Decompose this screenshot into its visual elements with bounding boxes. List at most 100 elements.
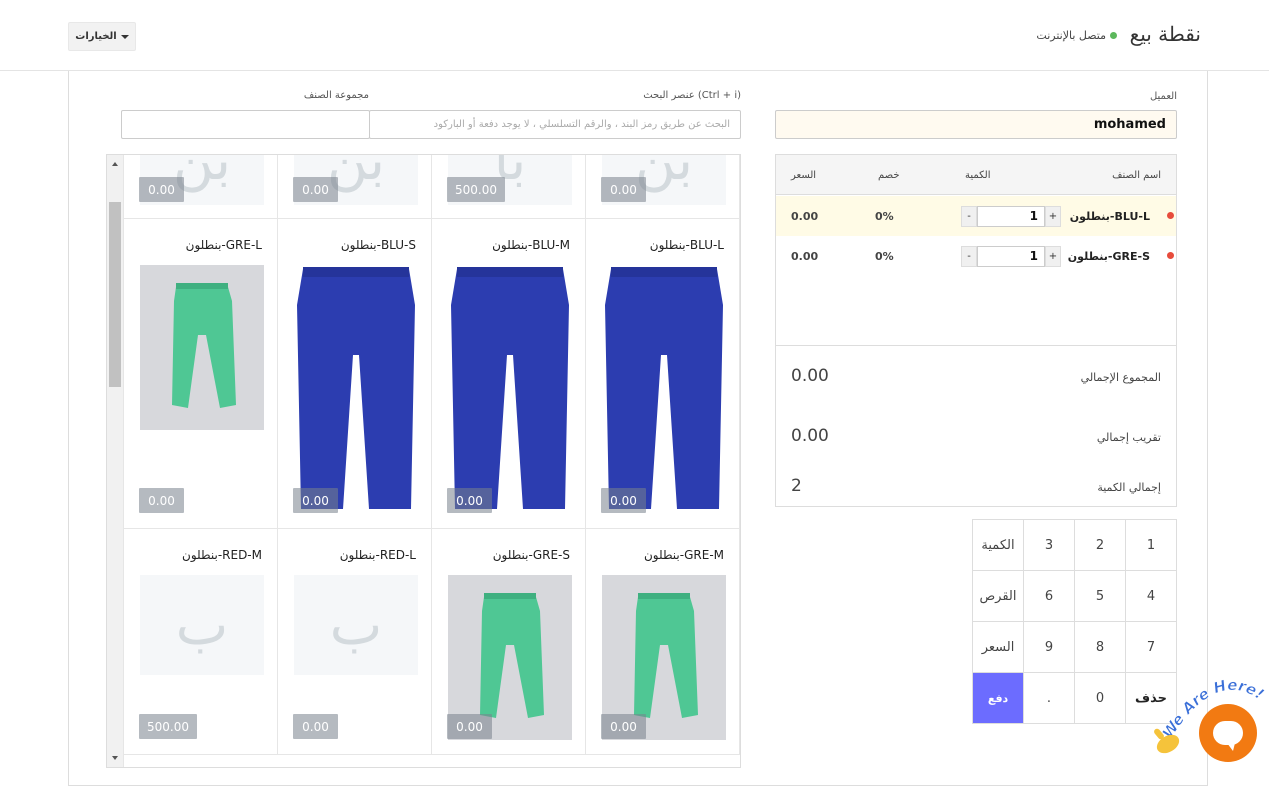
blue-pants-image — [605, 267, 723, 509]
item-placeholder-image: ب — [140, 575, 264, 675]
pay-button[interactable]: دفع — [973, 673, 1024, 724]
cart-totals: المجموع الإجمالي 0.00 تقريب إجمالي 0.00 … — [776, 345, 1176, 496]
row-status-dot-icon — [1167, 252, 1174, 259]
item-tile[interactable]: بنطلون-BLU-L 0.00 — [586, 219, 740, 529]
cart-panel: اسم الصنف الكمية خصم السعر بنطلون-BLU-L … — [775, 154, 1177, 507]
cart-item-price: 0.00 — [791, 210, 819, 223]
item-tile[interactable]: بنطلون-RED-M ب 500.00 — [124, 529, 278, 755]
green-pants-image — [140, 265, 264, 430]
blue-pants-image — [297, 267, 415, 509]
qty-stepper: - 1 + — [961, 206, 1063, 227]
item-price: 0.00 — [447, 488, 492, 513]
total-qty-label: إجمالي الكمية — [1097, 481, 1161, 494]
item-name: بنطلون-BLU-L — [649, 238, 724, 252]
key-7[interactable]: 7 — [1126, 622, 1177, 673]
caret-down-icon — [120, 34, 129, 39]
qty-decrease-button[interactable]: - — [961, 206, 977, 227]
qty-input[interactable]: 1 — [977, 206, 1045, 227]
key-2[interactable]: 2 — [1075, 520, 1126, 571]
item-name: بنطلون-GRE-S — [492, 548, 570, 562]
key-3[interactable]: 3 — [1024, 520, 1075, 571]
header-item-name: اسم الصنف — [1112, 170, 1161, 181]
item-name: بنطلون-RED-L — [339, 548, 416, 562]
item-price: 500.00 — [139, 714, 197, 739]
item-name: بنطلون-BLU-S — [340, 238, 416, 252]
key-8[interactable]: 8 — [1075, 622, 1126, 673]
qty-increase-button[interactable]: + — [1045, 246, 1061, 267]
key-qty[interactable]: الكمية — [973, 520, 1024, 571]
online-dot-icon — [1110, 32, 1117, 39]
item-price: 0.00 — [139, 177, 184, 202]
item-image — [140, 265, 264, 430]
key-6[interactable]: 6 — [1024, 571, 1075, 622]
item-grid: بن 0.00 بن 0.00 با 500.00 بن 0.00 بنطلون… — [106, 154, 741, 768]
item-tile[interactable]: با 500.00 — [432, 155, 586, 219]
item-price: 0.00 — [601, 714, 646, 739]
item-tile[interactable]: بنطلون-GRE-M 0.00 — [586, 529, 740, 755]
item-search-input[interactable]: البحث عن طريق رمز البند ، والرقم التسلسل… — [369, 110, 741, 139]
customer-label: العميل — [1149, 91, 1177, 102]
grand-total-label: المجموع الإجمالي — [1080, 371, 1161, 384]
rounded-total-value: 0.00 — [791, 426, 829, 446]
qty-input[interactable]: 1 — [977, 246, 1045, 267]
item-name: بنطلون-BLU-M — [492, 238, 570, 252]
options-dropdown-button[interactable]: الخيارات — [68, 22, 136, 51]
item-group-input[interactable] — [121, 110, 370, 139]
top-bar: الخيارات متصل بالإنترنت نقطة بيع — [0, 0, 1269, 71]
key-0[interactable]: 0 — [1075, 673, 1126, 724]
item-price: 0.00 — [447, 714, 492, 739]
cart-item-name: بنطلون-BLU-L — [1069, 210, 1150, 223]
item-tile[interactable]: بنطلون-GRE-L 0.00 — [124, 219, 278, 529]
qty-decrease-button[interactable]: - — [961, 246, 977, 267]
item-tile[interactable]: بن 0.00 — [586, 155, 740, 219]
item-price: 0.00 — [293, 177, 338, 202]
item-price: 0.00 — [139, 488, 184, 513]
key-decimal[interactable]: . — [1024, 673, 1075, 724]
total-qty-value: 2 — [791, 476, 802, 496]
item-tile[interactable]: بن 0.00 — [124, 155, 278, 219]
key-price[interactable]: السعر — [973, 622, 1024, 673]
key-discount[interactable]: القرص — [973, 571, 1024, 622]
grand-total-value: 0.00 — [791, 366, 829, 386]
cart-row[interactable]: بنطلون-GRE-S - 1 + 0% 0.00 — [776, 236, 1176, 276]
item-image — [294, 265, 418, 511]
item-tile[interactable]: بن 0.00 — [278, 155, 432, 219]
item-name: بنطلون-RED-M — [182, 548, 262, 562]
item-tile[interactable]: بنطلون-GRE-S 0.00 — [432, 529, 586, 755]
cart-row[interactable]: بنطلون-BLU-L - 1 + 0% 0.00 — [776, 196, 1176, 236]
item-price: 0.00 — [293, 488, 338, 513]
scroll-up-icon[interactable] — [112, 162, 118, 166]
item-price: 500.00 — [447, 177, 505, 202]
item-tile[interactable]: بنطلون-BLU-S 0.00 — [278, 219, 432, 529]
row-status-dot-icon — [1167, 212, 1174, 219]
connection-status: متصل بالإنترنت — [1036, 29, 1117, 42]
numeric-keypad: 1 2 3 الكمية 4 5 6 القرص 7 8 9 السعر حذف… — [972, 519, 1177, 724]
grid-scrollbar[interactable] — [107, 155, 124, 767]
scroll-down-icon[interactable] — [112, 756, 118, 760]
item-tile[interactable]: بنطلون-RED-L ب 0.00 — [278, 529, 432, 755]
scroll-thumb[interactable] — [109, 202, 121, 387]
item-tile[interactable]: بنطلون-BLU-M 0.00 — [432, 219, 586, 529]
status-text: متصل بالإنترنت — [1036, 29, 1106, 42]
key-9[interactable]: 9 — [1024, 622, 1075, 673]
qty-stepper: - 1 + — [961, 246, 1063, 267]
customer-input[interactable]: mohamed — [775, 110, 1177, 139]
item-name: بنطلون-GRE-L — [185, 238, 262, 252]
item-price: 0.00 — [601, 177, 646, 202]
qty-increase-button[interactable]: + — [1045, 206, 1061, 227]
chat-icon — [1213, 721, 1243, 751]
item-price: 0.00 — [293, 714, 338, 739]
chat-widget-button[interactable] — [1199, 704, 1257, 762]
rounded-total-label: تقريب إجمالي — [1096, 431, 1161, 444]
item-image — [602, 265, 726, 511]
page-title: نقطة بيع — [1129, 22, 1201, 46]
cart-header: اسم الصنف الكمية خصم السعر — [776, 155, 1176, 195]
item-placeholder-image: ب — [294, 575, 418, 675]
key-1[interactable]: 1 — [1126, 520, 1177, 571]
cart-item-price: 0.00 — [791, 250, 819, 263]
blue-pants-image — [451, 267, 569, 509]
key-4[interactable]: 4 — [1126, 571, 1177, 622]
header-price: السعر — [791, 170, 817, 181]
key-5[interactable]: 5 — [1075, 571, 1126, 622]
header-qty: الكمية — [965, 170, 991, 181]
